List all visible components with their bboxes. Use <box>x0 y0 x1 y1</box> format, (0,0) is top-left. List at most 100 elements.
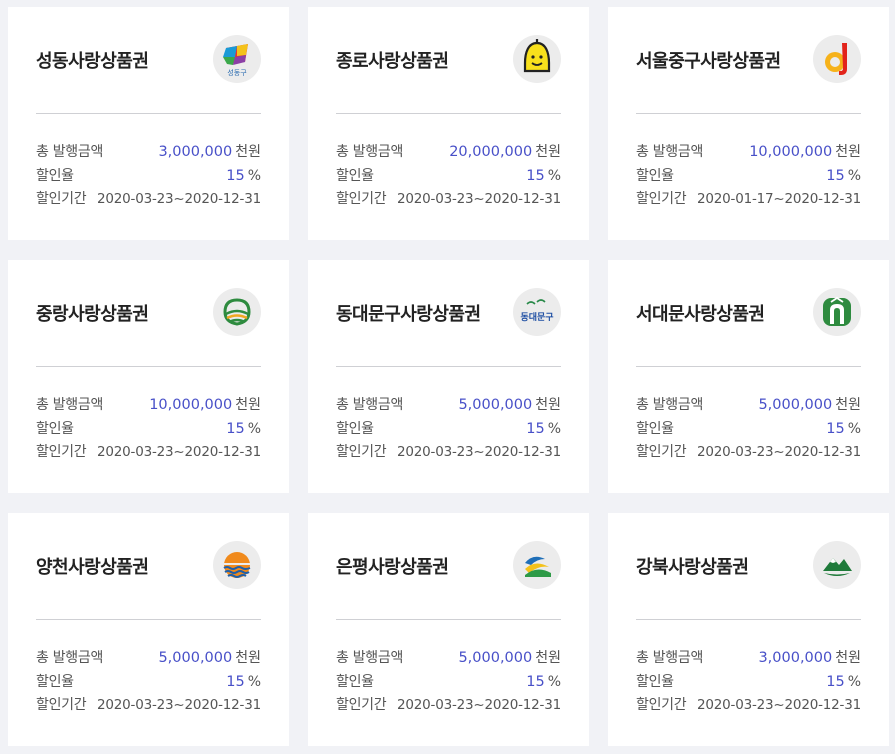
voucher-card-yangcheon[interactable]: 양천사랑상품권 총 발행금액 5,000,000 천원 할인율 15% 할인기간… <box>8 513 289 746</box>
discount-period-label: 할인기간 <box>336 697 387 713</box>
total-issue-row: 총 발행금액 10,000,000 천원 <box>636 141 861 165</box>
total-issue-label: 총 발행금액 <box>36 144 104 160</box>
card-info: 총 발행금액 10,000,000 천원 할인율 15% 할인기간 2020-03… <box>36 367 261 465</box>
rate-unit: % <box>547 673 561 690</box>
total-issue-row: 총 발행금액 20,000,000 천원 <box>336 141 561 165</box>
total-issue-label: 총 발행금액 <box>36 397 104 413</box>
discount-rate-value: 15 <box>226 420 245 437</box>
voucher-card-eunpyeong[interactable]: 은평사랑상품권 총 발행금액 5,000,000 천원 할인율 15% 할인기간 … <box>308 513 589 746</box>
total-issue-row: 총 발행금액 10,000,000 천원 <box>36 394 261 418</box>
discount-period-label: 할인기간 <box>336 444 387 460</box>
rate-unit: % <box>847 420 861 437</box>
rate-unit: % <box>547 167 561 184</box>
card-header: 은평사랑상품권 <box>336 513 561 620</box>
voucher-card-seongdong[interactable]: 성동사랑상품권 성동구 총 발행금액 3,000,000천원 할인율 15% <box>8 7 289 240</box>
total-issue-row: 총 발행금액 5,000,000 천원 <box>36 647 261 671</box>
card-title: 중랑사랑상품권 <box>36 304 149 325</box>
discount-period-value: 2020-03-23~2020-12-31 <box>696 444 861 460</box>
discount-period-label: 할인기간 <box>636 697 687 713</box>
discount-rate-label: 할인율 <box>336 420 374 437</box>
total-issue-amount: 10,000,000 <box>149 397 233 413</box>
total-issue-label: 총 발행금액 <box>636 144 704 160</box>
discount-rate-value: 15 <box>826 420 845 437</box>
card-info: 총 발행금액 3,000,000 천원 할인율 15% 할인기간 2020-03-… <box>36 114 261 212</box>
total-issue-row: 총 발행금액 5,000,000 천원 <box>636 394 861 418</box>
amount-unit: 천원 <box>535 144 561 160</box>
discount-rate-value: 15 <box>826 673 845 690</box>
jungnang-logo-icon <box>213 288 261 336</box>
discount-rate-label: 할인율 <box>36 167 74 184</box>
total-issue-amount: 5,000,000 <box>758 397 833 413</box>
card-header: 중랑사랑상품권 <box>36 260 261 367</box>
card-info: 총 발행금액 5,000,000 천원 할인율 15% 할인기간 2020-03-… <box>336 367 561 465</box>
card-header: 종로사랑상품권 <box>336 7 561 114</box>
voucher-card-jungnang[interactable]: 중랑사랑상품권 총 발행금액 10,000,000천원 할인율 15% 할인기 <box>8 260 289 493</box>
voucher-card-jongno[interactable]: 종로사랑상품권 총 발행금액 20,000,000 천원 할인율 15% 할인기… <box>308 7 589 240</box>
card-title: 성동사랑상품권 <box>36 51 149 72</box>
discount-rate-row: 할인율 15% <box>36 165 261 189</box>
card-header: 서대문사랑상품권 <box>636 260 861 367</box>
amount-unit: 천원 <box>535 397 561 413</box>
card-info: 총 발행금액 5,000,000 천원 할인율 15% 할인기간 2020-03-… <box>636 367 861 465</box>
total-issue-row: 총 발행금액 5,000,000 천원 <box>336 647 561 671</box>
rate-unit: % <box>547 420 561 437</box>
discount-period-row: 할인기간 2020-03-23~2020-12-31 <box>36 188 261 212</box>
rate-unit: % <box>247 420 261 437</box>
voucher-card-seodaemun[interactable]: 서대문사랑상품권 총 발행금액 5,000,000 천원 할인율 15% 할인기간… <box>608 260 889 493</box>
discount-rate-row: 할인율 15% <box>636 418 861 442</box>
discount-period-value: 2020-03-23~2020-12-31 <box>96 191 261 207</box>
card-info: 총 발행금액 3,000,000 천원 할인율 15% 할인기간 2020-03-… <box>636 620 861 718</box>
voucher-card-dongdaemun[interactable]: 동대문구사랑상품권 동대문구 총 발행금액 5,000,000 천원 할인율 15… <box>308 260 589 493</box>
card-header: 성동사랑상품권 성동구 <box>36 7 261 114</box>
discount-rate-label: 할인율 <box>636 420 674 437</box>
discount-rate-value: 15 <box>526 167 545 184</box>
card-title: 양천사랑상품권 <box>36 557 149 578</box>
discount-period-value: 2020-03-23~2020-12-31 <box>396 697 561 713</box>
total-issue-label: 총 발행금액 <box>336 144 404 160</box>
rate-unit: % <box>247 673 261 690</box>
rate-unit: % <box>847 167 861 184</box>
discount-period-label: 할인기간 <box>36 697 87 713</box>
card-header: 동대문구사랑상품권 동대문구 <box>336 260 561 367</box>
discount-period-value: 2020-03-23~2020-12-31 <box>96 444 261 460</box>
total-issue-amount: 5,000,000 <box>458 397 533 413</box>
discount-period-label: 할인기간 <box>636 191 687 207</box>
eunpyeong-logo-icon <box>513 541 561 589</box>
card-info: 총 발행금액 20,000,000 천원 할인율 15% 할인기간 2020-03… <box>336 114 561 212</box>
discount-rate-label: 할인율 <box>336 167 374 184</box>
total-issue-label: 총 발행금액 <box>336 397 404 413</box>
card-title: 동대문구사랑상품권 <box>336 304 481 325</box>
card-title: 은평사랑상품권 <box>336 557 449 578</box>
discount-rate-label: 할인율 <box>636 167 674 184</box>
amount-unit: 천원 <box>235 144 261 160</box>
discount-period-row: 할인기간 2020-03-23~2020-12-31 <box>336 441 561 465</box>
jongno-bell-logo-icon <box>513 35 561 83</box>
card-title: 서울중구사랑상품권 <box>636 51 781 72</box>
amount-unit: 천원 <box>835 397 861 413</box>
amount-unit: 천원 <box>235 397 261 413</box>
discount-rate-value: 15 <box>226 167 245 184</box>
discount-rate-value: 15 <box>826 167 845 184</box>
total-issue-amount: 3,000,000 <box>758 650 833 666</box>
voucher-card-junggu[interactable]: 서울중구사랑상품권 총 발행금액 10,000,000 천원 할인율 15% 할인… <box>608 7 889 240</box>
total-issue-label: 총 발행금액 <box>636 650 704 666</box>
discount-rate-label: 할인율 <box>36 420 74 437</box>
discount-rate-row: 할인율 15% <box>36 418 261 442</box>
voucher-card-gangbuk[interactable]: 강북사랑상품권 총 발행금액 3,000,000 천원 할인율 15% 할인기간 … <box>608 513 889 746</box>
total-issue-amount: 3,000,000 <box>158 144 233 160</box>
discount-period-row: 할인기간 2020-01-17~2020-12-31 <box>636 188 861 212</box>
amount-unit: 천원 <box>535 650 561 666</box>
discount-rate-row: 할인율 15% <box>636 671 861 695</box>
discount-period-row: 할인기간 2020-03-23~2020-12-31 <box>336 694 561 718</box>
yangcheon-sun-logo-icon <box>213 541 261 589</box>
seodaemun-logo-icon <box>813 288 861 336</box>
discount-period-row: 할인기간 2020-03-23~2020-12-31 <box>636 441 861 465</box>
logo-text: 성동구 <box>227 68 247 77</box>
discount-period-row: 할인기간 2020-03-23~2020-12-31 <box>36 441 261 465</box>
card-header: 양천사랑상품권 <box>36 513 261 620</box>
rate-unit: % <box>247 167 261 184</box>
total-issue-amount: 10,000,000 <box>749 144 833 160</box>
card-title: 서대문사랑상품권 <box>636 304 765 325</box>
discount-rate-row: 할인율 15% <box>336 418 561 442</box>
voucher-card-grid: 성동사랑상품권 성동구 총 발행금액 3,000,000천원 할인율 15% <box>0 0 895 754</box>
